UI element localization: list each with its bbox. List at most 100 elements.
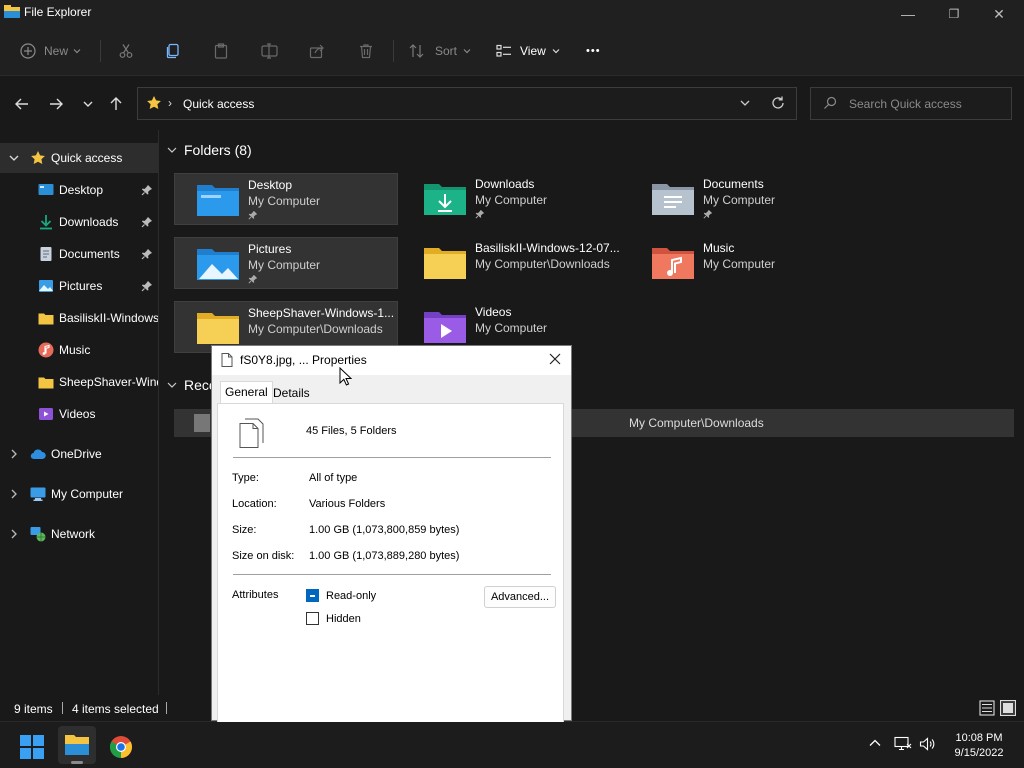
show-hidden-icons-chevron-icon[interactable] [868, 736, 882, 750]
chevron-down-icon [552, 49, 560, 54]
refresh-icon[interactable] [770, 95, 786, 111]
pin-icon[interactable] [141, 280, 153, 292]
pin-icon[interactable] [141, 248, 153, 260]
sidebar-item-label: Network [51, 527, 96, 541]
delete-button[interactable] [358, 38, 374, 64]
details-view-icon[interactable] [979, 700, 995, 716]
taskbar-file-explorer[interactable] [58, 726, 96, 764]
folder-tile-desktop[interactable]: Desktop My Computer [174, 173, 398, 225]
tab-general[interactable]: General [220, 381, 273, 404]
advanced-button[interactable]: Advanced... [484, 586, 556, 608]
hidden-checkbox[interactable] [306, 612, 319, 625]
minimize-button[interactable]: — [885, 0, 931, 26]
folder-tile-basiliskii-windows[interactable]: BasiliskII-Windows-12-07... My Computer\… [402, 237, 626, 289]
folder-name: Music [703, 241, 735, 255]
sidebar-item-quick-access[interactable]: Quick access [0, 143, 158, 173]
network-icon [30, 527, 46, 542]
command-bar: New Sort View ••• [0, 26, 1024, 76]
readonly-label[interactable]: Read-only [326, 590, 376, 602]
folder-icon [38, 377, 54, 389]
chevron-right-icon[interactable] [8, 488, 20, 500]
size-on-disk-label: Size on disk: [232, 550, 295, 562]
location-label: Location: [232, 498, 277, 510]
sidebar-item-label: OneDrive [51, 447, 102, 461]
location-value: Various Folders [309, 498, 386, 510]
dialog-title-bar[interactable]: fS0Y8.jpg, ... Properties [212, 346, 571, 375]
paste-button[interactable] [213, 38, 229, 64]
taskbar-chrome[interactable] [102, 726, 140, 764]
hidden-label[interactable]: Hidden [326, 613, 361, 625]
system-clock[interactable]: 10:08 PM 9/15/2022 [940, 731, 1018, 761]
network-status-icon[interactable] [894, 736, 912, 752]
chevron-right-icon[interactable] [8, 528, 20, 540]
breadcrumb-location[interactable]: Quick access [183, 97, 254, 111]
back-arrow-icon[interactable] [12, 94, 32, 114]
address-bar[interactable]: › Quick access [137, 87, 797, 120]
sidebar-item-label: Videos [59, 407, 96, 421]
item-count: 9 items [14, 702, 53, 716]
pin-icon [703, 209, 713, 219]
folder-path: My Computer [248, 258, 321, 272]
file-thumbnail [194, 414, 210, 432]
window-title: File Explorer [24, 5, 92, 19]
more-options-button[interactable]: ••• [586, 38, 601, 64]
sidebar-item-sheepshaver-windows[interactable]: SheepShaver-Windows [0, 367, 158, 397]
rename-button[interactable] [261, 38, 279, 64]
folder-tile-documents[interactable]: Documents My Computer [630, 173, 854, 225]
folder-path: My Computer [475, 193, 548, 207]
sidebar-item-network[interactable]: Network [0, 519, 158, 549]
volume-icon[interactable] [919, 736, 937, 752]
close-icon[interactable] [548, 352, 562, 366]
tab-details[interactable]: Details [269, 383, 314, 403]
pin-icon[interactable] [141, 216, 153, 228]
folder-tile-pictures[interactable]: Pictures My Computer [174, 237, 398, 289]
forward-arrow-icon[interactable] [46, 94, 66, 114]
sidebar-item-basiliskii-windows[interactable]: BasiliskII-Windows [0, 303, 158, 333]
sidebar-item-label: BasiliskII-Windows [59, 311, 158, 325]
documents-folder-icon [652, 184, 694, 215]
sidebar-item-music[interactable]: Music [0, 335, 158, 365]
pane-divider[interactable] [158, 130, 159, 695]
pictures-folder-icon [197, 249, 239, 280]
copy-button[interactable] [165, 38, 181, 64]
pin-icon[interactable] [141, 184, 153, 196]
breadcrumb-chevron-icon[interactable]: › [168, 96, 172, 110]
sidebar-item-documents[interactable]: Documents [0, 239, 158, 269]
share-button[interactable] [309, 38, 325, 64]
view-button[interactable]: View [496, 38, 560, 64]
sidebar-item-label: Quick access [51, 151, 123, 165]
folder-path: My Computer [248, 194, 321, 208]
up-arrow-icon[interactable] [106, 94, 126, 114]
sidebar-item-downloads[interactable]: Downloads [0, 207, 158, 237]
cut-button[interactable] [118, 38, 134, 64]
recent-locations-chevron-icon[interactable] [78, 94, 98, 114]
tiles-view-icon[interactable] [1000, 700, 1016, 716]
sidebar-item-pictures[interactable]: Pictures [0, 271, 158, 301]
size-value: 1.00 GB (1,073,800,859 bytes) [309, 524, 460, 536]
sidebar-item-onedrive[interactable]: OneDrive [0, 439, 158, 469]
sidebar-item-desktop[interactable]: Desktop [0, 175, 158, 205]
folder-tile-downloads[interactable]: Downloads My Computer [402, 173, 626, 225]
search-input[interactable] [849, 95, 1009, 113]
sort-button[interactable]: Sort [408, 38, 471, 64]
readonly-checkbox[interactable] [306, 589, 319, 602]
dialog-title: fS0Y8.jpg, ... Properties [240, 353, 367, 367]
taskbar: 10:08 PM 9/15/2022 [0, 721, 1024, 768]
chevron-down-icon[interactable] [738, 96, 752, 110]
new-button[interactable]: New [20, 38, 81, 64]
folders-section-header[interactable]: Folders (8) [166, 142, 252, 158]
share-icon [309, 44, 324, 59]
size-on-disk-value: 1.00 GB (1,073,889,280 bytes) [309, 550, 460, 562]
chevron-right-icon[interactable] [8, 448, 20, 460]
sidebar-item-my-computer[interactable]: My Computer [0, 479, 158, 509]
start-button[interactable] [13, 726, 51, 764]
search-box[interactable] [810, 87, 1012, 120]
sidebar-item-videos[interactable]: Videos [0, 399, 158, 429]
close-button[interactable]: ✕ [976, 0, 1022, 26]
folder-tile-music[interactable]: Music My Computer [630, 237, 854, 289]
chevron-down-icon[interactable] [8, 152, 20, 164]
maximize-button[interactable]: ❐ [931, 0, 977, 26]
title-bar: File Explorer — ❐ ✕ [0, 0, 1024, 26]
download-arrow-icon [40, 215, 52, 230]
folder-name: SheepShaver-Windows-1... [248, 306, 395, 320]
